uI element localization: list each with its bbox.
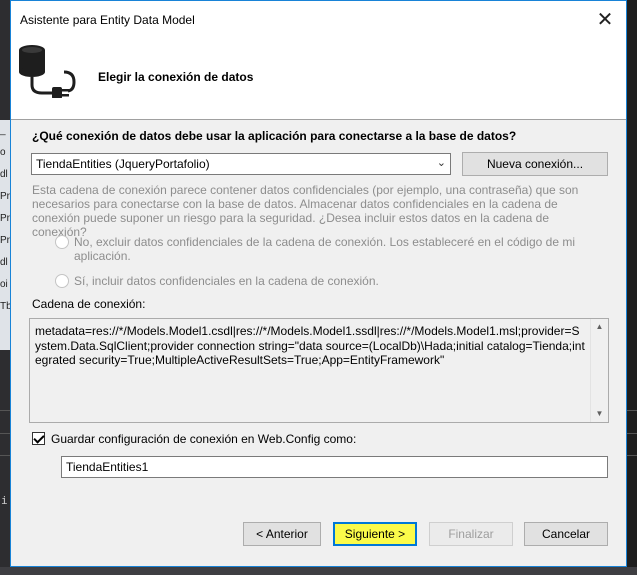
ide-fragment: Pr (0, 235, 10, 246)
ide-fragment: Tb (0, 301, 10, 312)
config-name-input[interactable]: TiendaEntities1 (61, 456, 608, 478)
ide-fragment: o (0, 147, 6, 158)
ide-fragment: _ (0, 125, 6, 136)
close-icon[interactable]: ✕ (588, 7, 622, 33)
finish-button: Finalizar (429, 522, 513, 546)
connection-string-box[interactable]: metadata=res://*/Models.Model1.csdl|res:… (29, 318, 609, 423)
previous-button[interactable]: < Anterior (243, 522, 321, 546)
ide-fragment: dl (0, 169, 8, 180)
scroll-up-arrow-icon[interactable]: ▲ (591, 319, 608, 335)
connection-question: ¿Qué conexión de datos debe usar la apli… (32, 129, 517, 143)
title-bar: Asistente para Entity Data Model ✕ (11, 1, 626, 34)
ide-background-right (627, 0, 637, 575)
connection-string-scrollbar[interactable]: ▲ ▼ (590, 319, 608, 422)
radio-include[interactable] (55, 274, 69, 288)
ide-fragment: Pr (0, 191, 10, 202)
ide-fragment: Pr (0, 213, 10, 224)
radio-exclude[interactable] (55, 235, 69, 249)
connection-string-value: metadata=res://*/Models.Model1.csdl|res:… (35, 324, 585, 367)
sensitive-data-warning: Esta cadena de conexión parece contener … (32, 183, 579, 239)
next-button[interactable]: Siguiente > (333, 522, 417, 546)
connection-selected-value: TiendaEntities (JqueryPortafolio) (36, 157, 210, 171)
new-connection-button[interactable]: Nueva conexión... (462, 152, 608, 176)
connection-select[interactable]: TiendaEntities (JqueryPortafolio) ⌄ (31, 153, 451, 175)
option-include-sensitive[interactable]: Sí, incluir datos confidenciales en la c… (55, 274, 575, 290)
save-config-label: Guardar configuración de conexión en Web… (51, 432, 357, 446)
database-plug-icon (19, 45, 76, 98)
config-name-value: TiendaEntities1 (66, 460, 149, 474)
scroll-down-arrow-icon[interactable]: ▼ (591, 406, 608, 422)
window-title: Asistente para Entity Data Model (20, 13, 195, 27)
ide-fragment: dl (0, 257, 8, 268)
connection-string-label: Cadena de conexión: (32, 297, 146, 311)
ide-status-strip (0, 567, 637, 575)
option-include-label: Sí, incluir datos confidenciales en la c… (74, 274, 379, 288)
save-config-checkbox[interactable] (32, 432, 45, 445)
wizard-header: Elegir la conexión de datos (11, 34, 626, 120)
cancel-button[interactable]: Cancelar (524, 522, 608, 546)
ide-fragment: oi (0, 279, 8, 290)
entity-data-model-wizard: Asistente para Entity Data Model ✕ Elegi… (10, 0, 627, 567)
option-exclude-label: No, excluir datos confidenciales de la c… (74, 235, 575, 263)
step-title: Elegir la conexión de datos (98, 70, 254, 84)
ide-caret: i (1, 494, 8, 507)
ide-background-left: _ o dl Pr Pr Pr dl oi Tb (0, 120, 10, 350)
wizard-body: ¿Qué conexión de datos debe usar la apli… (11, 120, 626, 566)
option-exclude-sensitive[interactable]: No, excluir datos confidenciales de la c… (55, 235, 575, 265)
chevron-down-icon[interactable]: ⌄ (437, 156, 446, 169)
